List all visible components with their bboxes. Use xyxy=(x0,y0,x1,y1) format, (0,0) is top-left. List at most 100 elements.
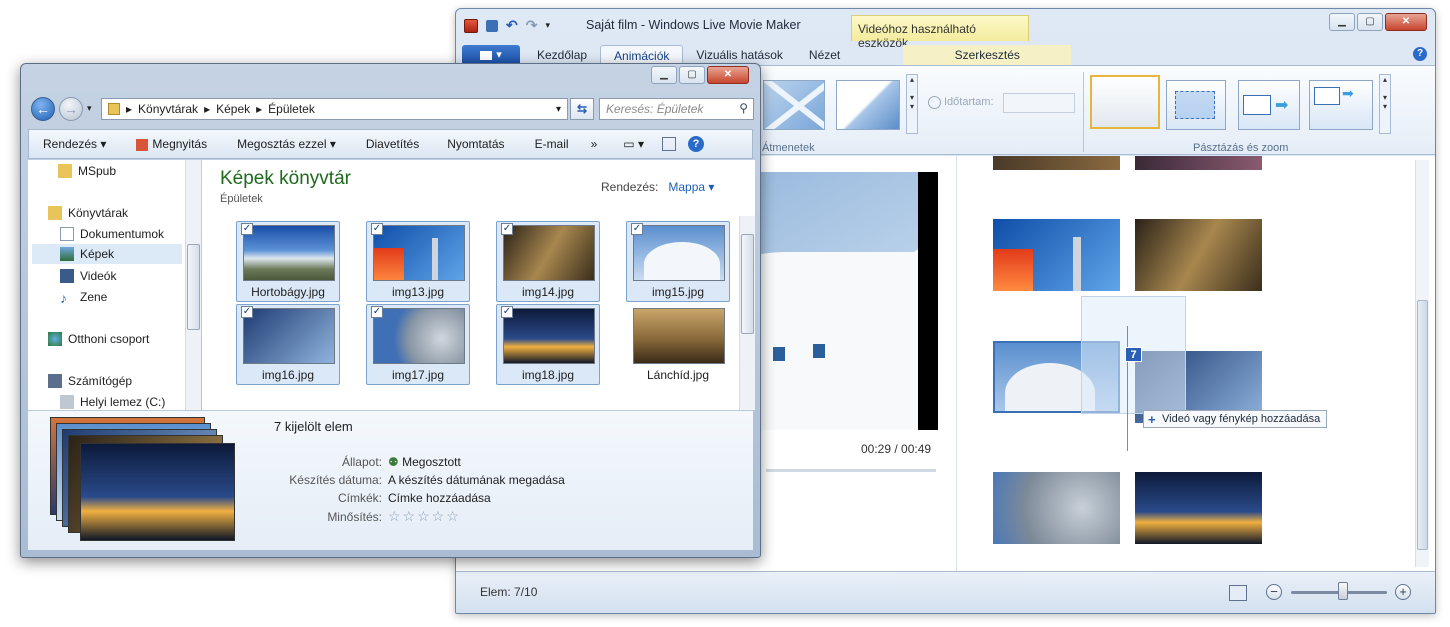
close-button[interactable]: ✕ xyxy=(1385,13,1427,31)
duration-icon xyxy=(928,96,941,109)
nav-item-pictures[interactable]: Képek xyxy=(32,244,182,264)
panzoom-zoom-thumb[interactable] xyxy=(1166,80,1226,130)
arrange-by-dropdown[interactable]: Mappa ▾ xyxy=(668,180,714,194)
nav-item-documents[interactable]: Dokumentumok xyxy=(60,227,164,241)
insertion-marker xyxy=(1127,326,1128,451)
transition-cross-thumb[interactable] xyxy=(763,80,825,130)
preview-pane-icon[interactable] xyxy=(661,137,676,151)
detail-rating[interactable]: Minősítés: ☆☆☆☆☆ xyxy=(228,508,628,525)
search-input[interactable]: Keresés: Épületek ⚲ xyxy=(599,98,754,120)
computer-icon xyxy=(48,374,62,388)
tab-edit[interactable]: Szerkesztés xyxy=(903,45,1072,65)
transition-diagonal-thumb[interactable] xyxy=(836,80,900,130)
rating-stars: ☆☆☆☆☆ xyxy=(388,508,461,524)
file-tile-img14[interactable]: ✓ img14.jpg xyxy=(496,221,600,302)
explorer-minimize-button[interactable]: ▁ xyxy=(651,66,677,84)
recent-pages-icon[interactable]: ▾ xyxy=(87,103,92,114)
breadcrumb-pictures[interactable]: Képek xyxy=(216,102,250,116)
redo-icon[interactable]: ↷ xyxy=(526,17,538,34)
storyboard-clip-img13[interactable] xyxy=(993,219,1120,291)
undo-icon[interactable]: ↶ xyxy=(506,17,518,34)
panzoom-pan-right-thumb[interactable]: ➡ xyxy=(1238,80,1300,130)
breadcrumb-buildings[interactable]: Épületek xyxy=(268,102,315,116)
nav-item-computer[interactable]: Számítógép xyxy=(48,374,132,388)
seek-bar[interactable] xyxy=(766,469,936,472)
file-tile-img13[interactable]: ✓ img13.jpg xyxy=(366,221,470,302)
panel-divider[interactable] xyxy=(956,156,957,571)
transitions-gallery-scroll[interactable]: ▴ ▾ ▾ xyxy=(906,74,918,134)
plus-icon: + xyxy=(1148,412,1156,427)
explorer-close-button[interactable]: ✕ xyxy=(707,66,749,84)
nav-item-mspub[interactable]: MSpub xyxy=(58,164,116,178)
file-tile-lanchid[interactable]: Lánchíd.jpg xyxy=(626,304,730,385)
storyboard-clip-top-1[interactable] xyxy=(993,156,1120,170)
nav-item-videos[interactable]: Videók xyxy=(60,269,116,283)
duration-select[interactable] xyxy=(1003,93,1075,113)
nav-item-libraries[interactable]: Könyvtárak xyxy=(48,206,128,220)
navpane-scrollbar[interactable] xyxy=(185,160,201,410)
maximize-button[interactable]: ▢ xyxy=(1357,13,1383,31)
zoom-in-button[interactable]: + xyxy=(1395,584,1411,600)
music-icon: ♪ xyxy=(60,290,67,306)
storyboard-clip-img14[interactable] xyxy=(1135,219,1262,291)
panzoom-none-thumb[interactable] xyxy=(1090,75,1160,129)
storyboard-clip-img17[interactable] xyxy=(993,472,1120,544)
file-tile-img17[interactable]: ✓ img17.jpg xyxy=(366,304,470,385)
more-commands-button[interactable]: » xyxy=(569,137,598,151)
preview-monitor[interactable] xyxy=(761,172,936,430)
thumbnail xyxy=(503,225,595,281)
checkbox-icon[interactable]: ✓ xyxy=(371,306,383,318)
storyboard-scrollbar[interactable] xyxy=(1415,160,1429,567)
storyboard-clip-top-2[interactable] xyxy=(1135,156,1262,170)
refresh-icon[interactable]: ⇆ xyxy=(570,98,594,120)
checkbox-icon[interactable]: ✓ xyxy=(501,306,513,318)
tab-visual-effects[interactable]: Vizuális hatások xyxy=(683,45,796,65)
checkbox-icon[interactable]: ✓ xyxy=(501,223,513,235)
explorer-help-icon[interactable]: ? xyxy=(687,136,704,152)
nav-item-local-disk[interactable]: Helyi lemez (C:) xyxy=(60,395,165,409)
zoom-out-button[interactable]: − xyxy=(1266,584,1282,600)
videos-icon xyxy=(60,269,74,283)
explorer-maximize-button[interactable]: ▢ xyxy=(679,66,705,84)
minimize-button[interactable]: ▁ xyxy=(1329,13,1355,31)
slideshow-button[interactable]: Diavetítés xyxy=(336,137,419,151)
checkbox-icon[interactable]: ✓ xyxy=(371,223,383,235)
storyboard-view-icon[interactable] xyxy=(1229,585,1247,601)
save-icon[interactable] xyxy=(486,19,498,32)
back-button[interactable]: ← xyxy=(31,97,55,121)
file-tile-img15[interactable]: ✓ img15.jpg xyxy=(626,221,730,302)
file-tile-hortobagy[interactable]: ✓ Hortobágy.jpg xyxy=(236,221,340,302)
tab-animations[interactable]: Animációk xyxy=(600,45,684,65)
help-icon[interactable]: ? xyxy=(1413,47,1427,61)
detail-date[interactable]: Készítés dátuma: A készítés dátumának meg… xyxy=(228,473,628,487)
file-tile-img16[interactable]: ✓ img16.jpg xyxy=(236,304,340,385)
add-media-tooltip: + Videó vagy fénykép hozzáadása xyxy=(1143,410,1328,428)
storyboard-clip-img18[interactable] xyxy=(1135,472,1262,544)
file-tile-img18[interactable]: ✓ img18.jpg xyxy=(496,304,600,385)
file-list-scrollbar[interactable] xyxy=(739,216,755,410)
checkbox-icon[interactable]: ✓ xyxy=(631,223,643,235)
checkbox-icon[interactable]: ✓ xyxy=(241,223,253,235)
qat-dropdown-icon[interactable]: ▾ xyxy=(545,20,550,31)
address-dropdown-icon[interactable]: ▾ xyxy=(556,104,561,115)
storyboard-scroll-thumb[interactable] xyxy=(1417,300,1428,550)
zoom-slider-knob[interactable] xyxy=(1338,582,1348,600)
nav-item-music[interactable]: ♪ Zene xyxy=(60,290,107,306)
detail-tags[interactable]: Címkék: Címke hozzáadása xyxy=(228,491,628,505)
tab-home[interactable]: Kezdőlap xyxy=(524,45,600,65)
email-button[interactable]: E-mail xyxy=(505,137,569,151)
forward-button[interactable]: → xyxy=(59,97,83,121)
address-bar[interactable]: ▸ Könyvtárak ▸ Képek ▸ Épületek ▾ xyxy=(101,98,568,120)
breadcrumb-libraries[interactable]: Könyvtárak xyxy=(138,102,198,116)
panzoom-pan-thumb[interactable]: ➡ xyxy=(1309,80,1373,130)
tab-view[interactable]: Nézet xyxy=(796,45,853,65)
print-button[interactable]: Nyomtatás xyxy=(419,137,504,151)
nav-item-homegroup[interactable]: Otthoni csoport xyxy=(48,332,149,346)
panzoom-gallery-scroll[interactable]: ▴ ▾ ▾ xyxy=(1379,74,1391,134)
checkbox-icon[interactable]: ✓ xyxy=(241,306,253,318)
open-button[interactable]: Megnyitás xyxy=(106,137,207,151)
share-with-button[interactable]: Megosztás ezzel ▾ xyxy=(207,137,336,151)
app-menu-button[interactable]: ▾ xyxy=(462,45,520,65)
view-options-icon[interactable]: ▭ ▾ xyxy=(597,137,644,151)
organize-button[interactable]: Rendezés ▾ xyxy=(29,137,106,151)
